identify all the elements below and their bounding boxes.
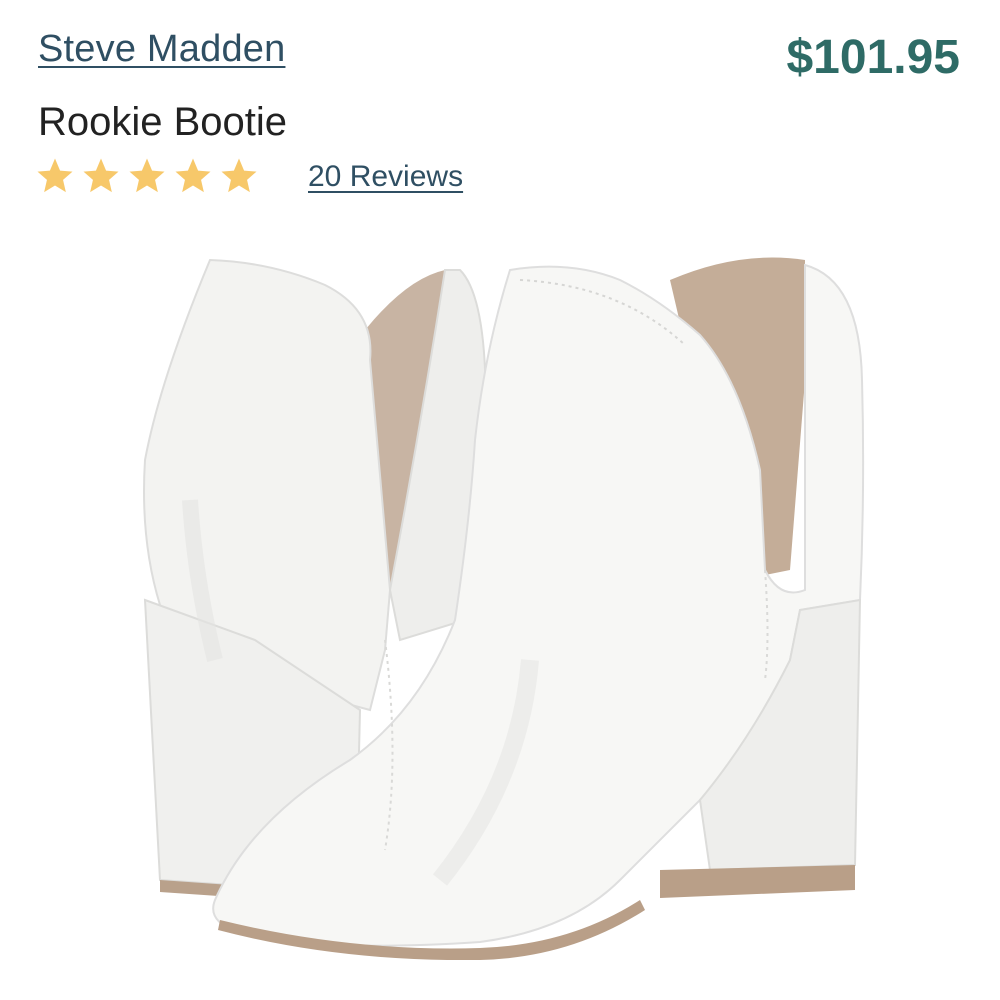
price: $101.95 xyxy=(786,31,960,84)
brand-link[interactable]: Steve Madden xyxy=(38,28,285,71)
reviews-link[interactable]: 20 Reviews xyxy=(308,160,463,194)
star-icon xyxy=(37,158,73,193)
star-icon xyxy=(175,158,211,193)
star-rating xyxy=(34,155,260,197)
product-title: Rookie Bootie xyxy=(38,100,288,144)
star-icon xyxy=(129,158,165,193)
star-icon xyxy=(221,158,257,193)
product-image xyxy=(143,257,865,960)
star-icon xyxy=(83,158,119,193)
